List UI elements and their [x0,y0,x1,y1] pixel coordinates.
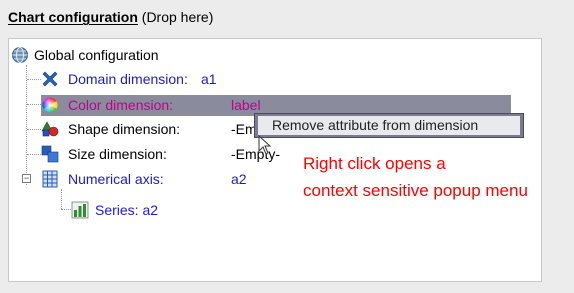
tree-connector [27,129,41,130]
shape-dimension-label: Shape dimension: [68,121,181,137]
menu-item-remove-attribute[interactable]: Remove attribute from dimension [258,116,520,135]
tree-item-size-dimension[interactable]: Size dimension: -Empty- [41,144,341,164]
annotation-line-2: context sensitive popup menu [303,181,528,200]
domain-dimension-label: Domain dimension: [68,71,188,87]
tree-item-color-dimension[interactable]: Color dimension: label [41,95,511,115]
annotation-text: Right click opens a context sensitive po… [303,150,528,204]
annotation-line-1: Right click opens a [303,154,446,173]
panel-title-hint: (Drop here) [137,9,214,25]
cross-icon [42,71,58,87]
tree-root-global-configuration[interactable]: Global configuration [11,45,311,65]
color-wheel-icon [42,97,58,113]
tree-root-label: Global configuration [34,47,159,63]
globe-icon [12,47,28,63]
size-dimension-label: Size dimension: [68,146,167,162]
tree-connector [26,65,27,185]
domain-dimension-value: a1 [201,71,217,87]
grid-axis-icon [42,170,58,188]
tree-connector [61,189,62,209]
shapes-icon [41,121,59,137]
numerical-axis-value: a2 [231,171,247,187]
panel-title: Chart configuration (Drop here) [8,9,213,25]
tree-item-numerical-axis[interactable]: Numerical axis: a2 [41,169,341,189]
collapse-toggle-icon[interactable]: − [22,174,31,183]
context-menu: Remove attribute from dimension [254,113,524,138]
panel-title-bold: Chart configuration [8,9,138,25]
mouse-cursor-icon [258,135,272,155]
tree-item-series[interactable]: Series: a2 [71,200,271,220]
numerical-axis-label: Numerical axis: [68,171,164,187]
tree-connector [27,154,41,155]
chart-configuration-panel: Chart configuration (Drop here) Global c… [0,0,574,293]
size-dimension-value: -Empty- [231,146,280,162]
size-squares-icon [41,145,59,163]
tree-connector [27,79,41,80]
color-dimension-label: Color dimension: [68,97,174,113]
bar-series-icon [71,201,89,219]
color-dimension-value: label [231,97,261,113]
tree-item-domain-dimension[interactable]: Domain dimension: a1 [41,69,341,89]
shape-dimension-value: -Em [231,121,257,137]
tree-connector [61,209,71,210]
tree-connector [27,104,41,105]
series-label: Series: a2 [95,202,159,218]
